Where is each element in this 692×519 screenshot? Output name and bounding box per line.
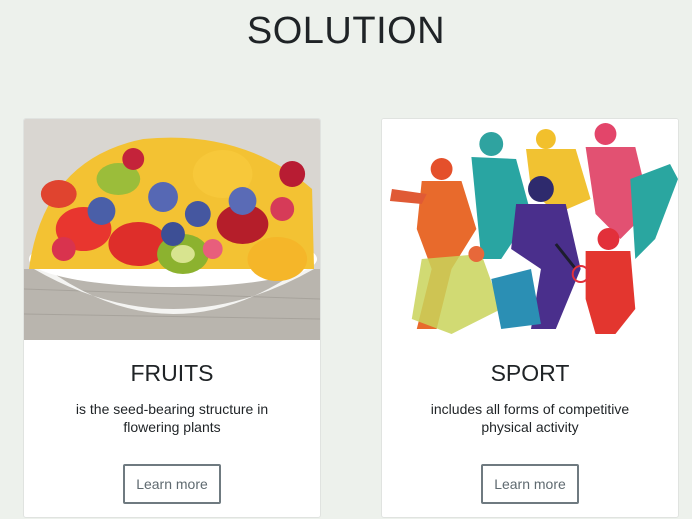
- sport-silhouettes-image: [382, 119, 678, 340]
- card-description: is the seed-bearing structure in floweri…: [75, 401, 269, 435]
- card-sport: SPORT includes all forms of competitive …: [381, 118, 679, 518]
- card-fruits: FRUITS is the seed-bearing structure in …: [23, 118, 321, 518]
- section-title: SOLUTION: [246, 10, 446, 52]
- learn-more-button[interactable]: Learn more: [123, 464, 221, 504]
- card-title: SPORT: [490, 360, 570, 386]
- learn-more-button[interactable]: Learn more: [481, 464, 579, 504]
- fruit-bowl-image: [24, 119, 320, 340]
- page: SOLUTION FRUITS is the seed-bearing stru…: [0, 0, 692, 519]
- card-description: includes all forms of competitive physic…: [430, 401, 630, 435]
- card-title: FRUITS: [130, 360, 214, 386]
